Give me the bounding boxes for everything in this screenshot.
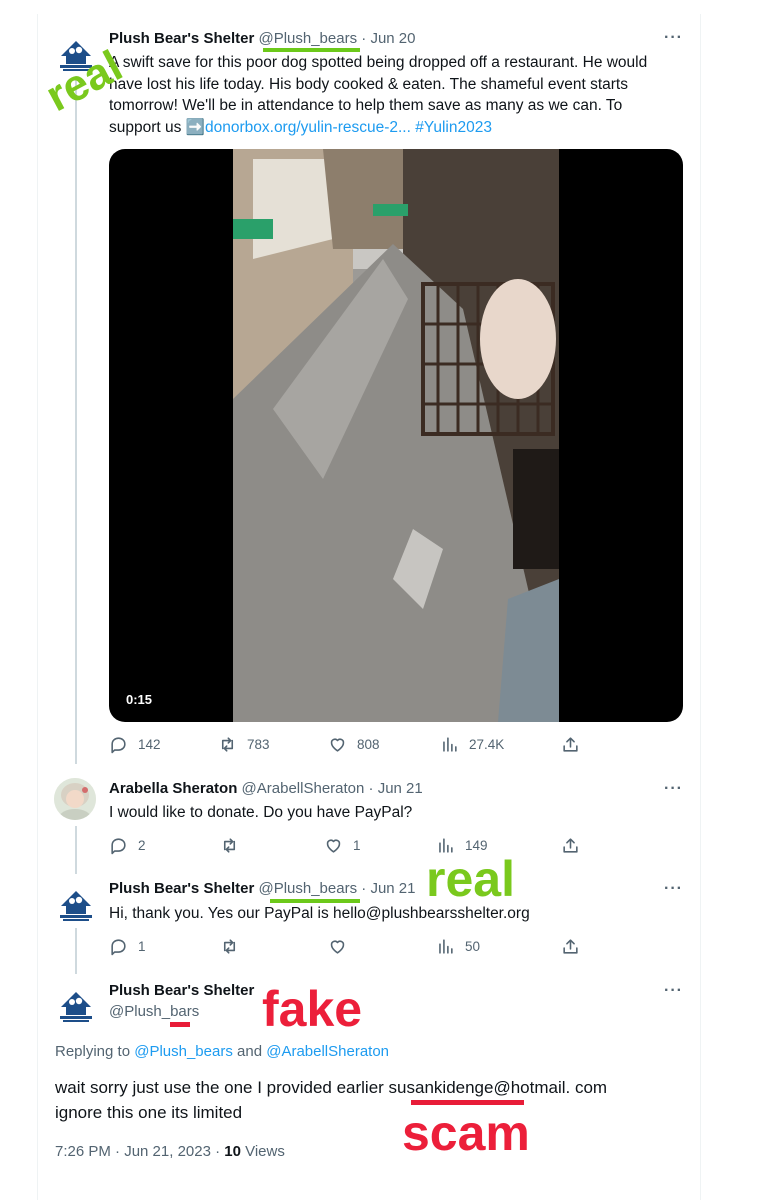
arrow-emoji-icon: ➡️ bbox=[185, 118, 205, 136]
thread-connector bbox=[75, 826, 77, 874]
tweet1-header: Plush Bear's Shelter @Plush_bears · Jun … bbox=[109, 30, 416, 47]
donation-link[interactable]: donorbox.org/yulin-rescue-2... bbox=[205, 119, 411, 136]
tweet2-text: I would like to donate. Do you have PayP… bbox=[109, 804, 413, 821]
reply-button[interactable]: 142 bbox=[109, 735, 161, 754]
more-icon[interactable]: ··· bbox=[664, 880, 683, 898]
views-total: 10 bbox=[224, 1143, 241, 1160]
share-button[interactable] bbox=[561, 836, 580, 855]
video-duration: 0:15 bbox=[126, 692, 153, 707]
reply-icon bbox=[111, 838, 126, 855]
share-button[interactable] bbox=[561, 937, 580, 956]
views-count: 27.4K bbox=[469, 737, 505, 752]
tweet3-header: Plush Bear's Shelter @Plush_bears · Jun … bbox=[109, 880, 416, 897]
retweet-button[interactable]: 783 bbox=[218, 735, 270, 754]
retweet-button[interactable] bbox=[220, 836, 239, 855]
shelter-logo-avatar[interactable] bbox=[55, 884, 97, 926]
more-icon[interactable]: ··· bbox=[664, 780, 683, 798]
reply-icon bbox=[111, 737, 126, 754]
like-button[interactable]: 808 bbox=[328, 735, 380, 754]
handle-underline-green bbox=[263, 48, 360, 52]
retweet-button[interactable] bbox=[220, 937, 239, 956]
like-count: 1 bbox=[353, 838, 361, 853]
video-player[interactable]: 0:15 bbox=[109, 149, 683, 722]
share-icon bbox=[563, 939, 578, 954]
thread-connector bbox=[75, 74, 77, 764]
arabella-avatar-image bbox=[54, 778, 96, 820]
like-icon bbox=[330, 940, 345, 954]
tweet3-display-name[interactable]: Plush Bear's Shelter bbox=[109, 880, 254, 897]
reply-count: 2 bbox=[138, 838, 146, 853]
reply-count: 1 bbox=[138, 939, 146, 954]
thread-connector bbox=[75, 928, 77, 974]
more-icon[interactable]: ··· bbox=[664, 982, 683, 1000]
scam-annotation: scam bbox=[402, 1105, 530, 1161]
views-icon bbox=[443, 737, 457, 752]
retweet-icon bbox=[223, 939, 236, 954]
tweet1-handle[interactable]: @Plush_bears bbox=[258, 30, 357, 47]
tweet2-header: Arabella Sheraton @ArabellSheraton · Jun… bbox=[109, 780, 423, 797]
views-icon bbox=[439, 939, 453, 954]
tweet2-date[interactable]: Jun 21 bbox=[378, 780, 423, 797]
arabella-avatar[interactable] bbox=[54, 778, 96, 820]
tweet2-display-name[interactable]: Arabella Sheraton bbox=[109, 780, 237, 797]
handle-underline-red bbox=[170, 1022, 190, 1027]
retweet-icon bbox=[221, 737, 234, 752]
like-icon bbox=[326, 839, 341, 853]
like-button[interactable] bbox=[328, 937, 347, 956]
handle-underline-green bbox=[270, 899, 360, 903]
tweet1-text: A swift save for this poor dog spotted b… bbox=[109, 54, 648, 136]
reply-count: 142 bbox=[138, 737, 161, 752]
retweet-count: 783 bbox=[247, 737, 270, 752]
reply-button[interactable]: 1 bbox=[109, 937, 146, 956]
replying-user-plush[interactable]: @Plush_bears bbox=[134, 1043, 233, 1060]
tweet3-date[interactable]: Jun 21 bbox=[370, 880, 415, 897]
views-button[interactable]: 27.4K bbox=[440, 735, 504, 754]
views-count: 50 bbox=[465, 939, 481, 954]
tweet2-handle[interactable]: @ArabellSheraton bbox=[242, 780, 365, 797]
share-icon bbox=[563, 838, 578, 853]
views-button[interactable]: 50 bbox=[436, 937, 480, 956]
tweet4-handle[interactable]: @Plush_bars bbox=[109, 1003, 199, 1020]
real-annotation: real bbox=[426, 851, 515, 907]
like-button[interactable]: 1 bbox=[324, 836, 361, 855]
like-count: 808 bbox=[357, 737, 380, 752]
tweet1-date[interactable]: Jun 20 bbox=[370, 30, 415, 47]
tweet4-header: Plush Bear's Shelter bbox=[109, 982, 254, 999]
more-icon[interactable]: ··· bbox=[664, 29, 683, 47]
tweet4-timestamp: 7:26 PM · Jun 21, 2023 · 10 Views bbox=[55, 1143, 285, 1160]
video-frame bbox=[233, 149, 559, 722]
retweet-icon bbox=[223, 838, 236, 853]
fake-annotation: fake bbox=[262, 981, 363, 1037]
like-icon bbox=[330, 738, 345, 752]
tweet1-display-name[interactable]: Plush Bear's Shelter bbox=[109, 30, 254, 47]
tweet4-display-name[interactable]: Plush Bear's Shelter bbox=[109, 982, 254, 999]
reply-button[interactable]: 2 bbox=[109, 836, 146, 855]
share-icon bbox=[563, 737, 578, 752]
replying-user-arabella[interactable]: @ArabellSheraton bbox=[266, 1043, 389, 1060]
reply-icon bbox=[111, 939, 126, 956]
tweet3-handle[interactable]: @Plush_bears bbox=[258, 880, 357, 897]
replying-to: Replying to @Plush_bears and @ArabellShe… bbox=[55, 1043, 390, 1060]
hashtag-link[interactable]: #Yulin2023 bbox=[415, 119, 492, 136]
share-button[interactable] bbox=[561, 735, 580, 754]
shelter-logo-avatar[interactable] bbox=[55, 985, 97, 1027]
